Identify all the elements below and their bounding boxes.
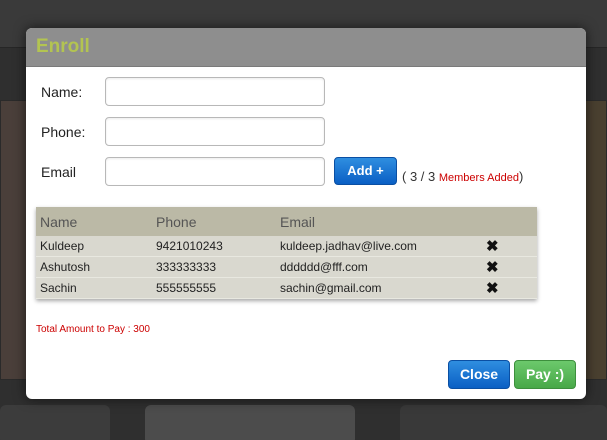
member-email: kuldeep.jadhav@live.com	[280, 239, 417, 253]
background-tile	[145, 405, 355, 440]
background-tile	[0, 405, 110, 440]
pay-button[interactable]: Pay :)	[514, 360, 576, 389]
member-name: Sachin	[40, 281, 77, 295]
member-email: sachin@gmail.com	[280, 281, 382, 295]
phone-row: Phone:	[41, 117, 325, 146]
member-name: Ashutosh	[40, 260, 91, 274]
counter-prefix: ( 3 / 3	[402, 169, 439, 184]
table-row: Ashutosh 333333333 dddddd@fff.com ✖	[36, 257, 537, 278]
dialog-title: Enroll	[36, 36, 90, 57]
close-x-icon: ✖	[486, 279, 499, 297]
member-phone: 333333333	[156, 260, 217, 274]
add-member-button[interactable]: Add +	[334, 157, 397, 185]
member-email: dddddd@fff.com	[280, 260, 368, 274]
name-input[interactable]	[105, 77, 325, 106]
total-amount-text: Total Amount to Pay : 300	[36, 324, 150, 335]
email-label: Email	[41, 163, 77, 180]
phone-label: Phone:	[41, 123, 86, 140]
table-header: Name Phone Email	[36, 207, 537, 236]
email-input[interactable]	[105, 157, 325, 186]
enroll-dialog: Enroll Name: Phone: Email Add + ( 3 / 3 …	[26, 28, 586, 399]
delete-member-button[interactable]: ✖	[486, 260, 526, 275]
background-right-panel	[585, 100, 607, 380]
members-counter: ( 3 / 3 Members Added)	[402, 169, 523, 184]
member-name: Kuldeep	[40, 239, 85, 253]
background-tile	[400, 405, 607, 440]
close-x-icon: ✖	[486, 258, 499, 276]
close-x-icon: ✖	[486, 237, 499, 255]
member-phone: 555555555	[156, 281, 217, 295]
delete-member-button[interactable]: ✖	[486, 239, 526, 254]
column-header-email: Email	[280, 213, 316, 230]
members-table: Name Phone Email Kuldeep 9421010243 kuld…	[36, 207, 537, 299]
table-row: Sachin 555555555 sachin@gmail.com ✖	[36, 278, 537, 299]
phone-input[interactable]	[105, 117, 325, 146]
counter-suffix: )	[518, 169, 524, 184]
member-phone: 9421010243	[156, 239, 223, 253]
table-row: Kuldeep 9421010243 kuldeep.jadhav@live.c…	[36, 236, 537, 257]
dialog-header: Enroll	[26, 28, 586, 67]
close-button[interactable]: Close	[448, 360, 510, 389]
email-row: Email	[41, 157, 325, 186]
counter-members-text: Members Added	[438, 172, 519, 184]
delete-member-button[interactable]: ✖	[486, 281, 526, 296]
column-header-name: Name	[40, 213, 78, 230]
name-label: Name:	[41, 83, 83, 100]
name-row: Name:	[41, 77, 325, 106]
column-header-phone: Phone	[156, 213, 197, 230]
